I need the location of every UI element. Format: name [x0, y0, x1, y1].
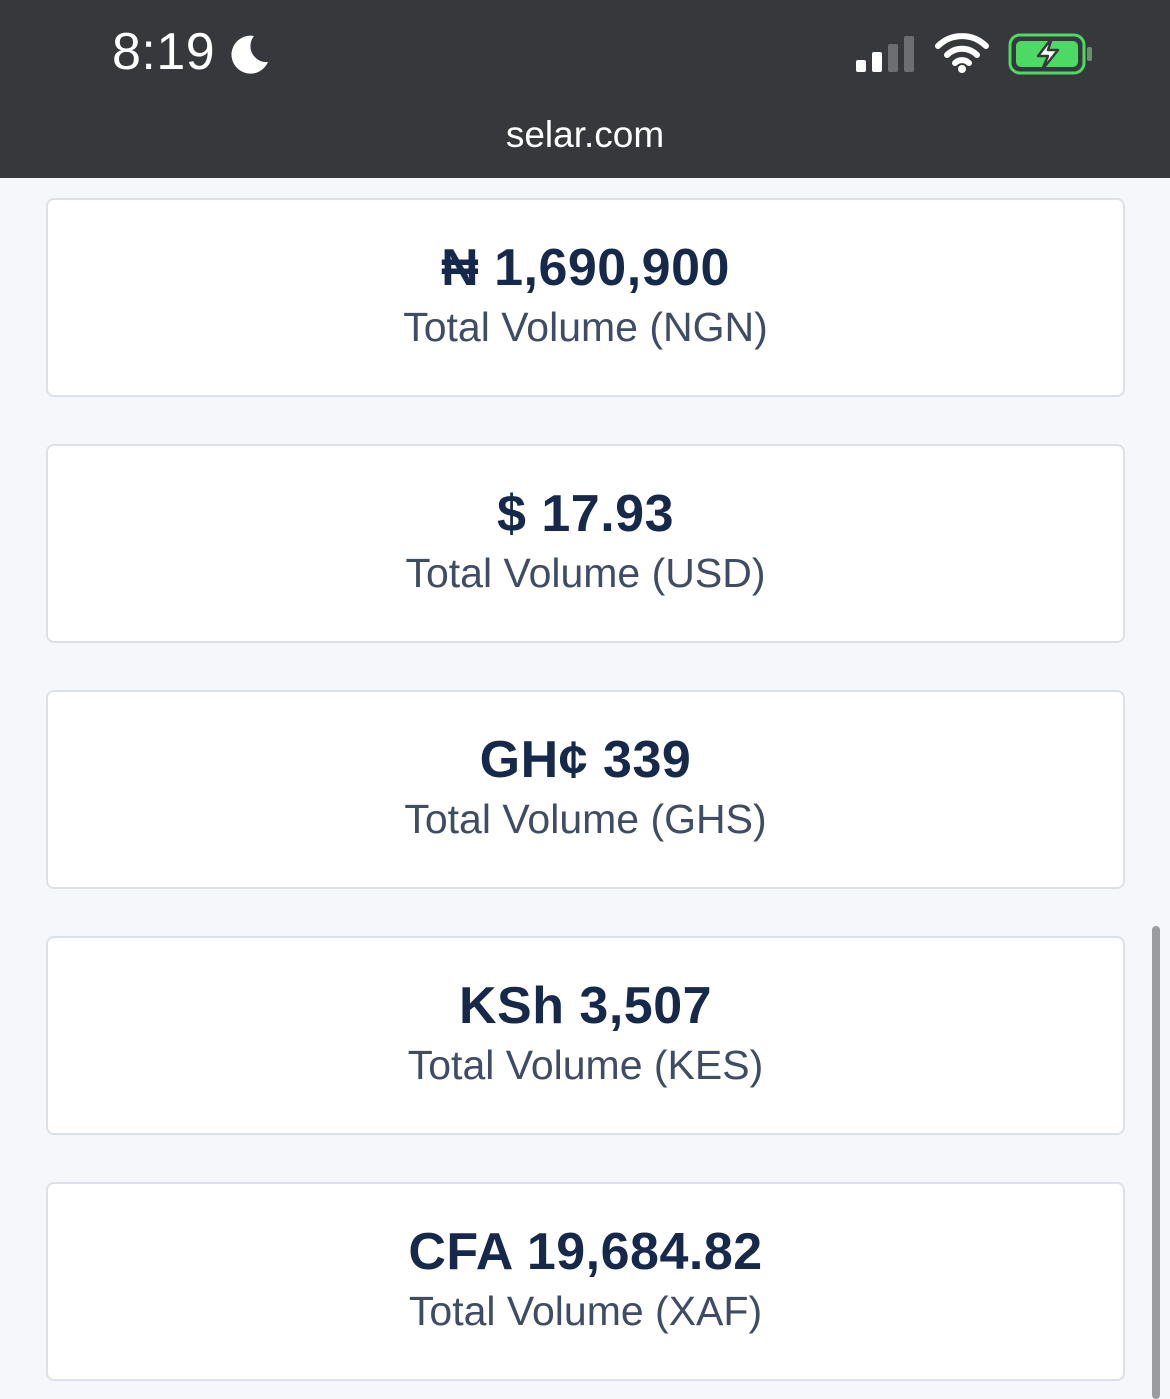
volume-amount: ₦ 1,690,900	[441, 239, 730, 297]
scrollbar[interactable]	[1152, 926, 1160, 1399]
volume-card-kes: KSh 3,507 Total Volume (KES)	[46, 936, 1125, 1135]
browser-url[interactable]: selar.com	[0, 114, 1170, 156]
status-time: 8:19	[112, 23, 216, 81]
volume-amount: $ 17.93	[497, 485, 674, 543]
volume-label: Total Volume (NGN)	[403, 304, 768, 350]
page-content: ₦ 1,690,900 Total Volume (NGN) $ 17.93 T…	[0, 178, 1170, 1399]
volume-label: Total Volume (USD)	[405, 550, 766, 596]
browser-top-bar: 8:19 selar.com	[0, 0, 1170, 178]
cellular-signal-icon	[856, 36, 914, 72]
battery-charging-icon	[1008, 33, 1092, 75]
volume-amount: KSh 3,507	[458, 977, 713, 1035]
volume-amount: GH¢ 339	[479, 731, 692, 789]
wifi-icon	[935, 33, 989, 73]
volume-label: Total Volume (XAF)	[408, 1288, 763, 1334]
volume-card-ghs: GH¢ 339 Total Volume (GHS)	[46, 690, 1125, 889]
moon-icon	[231, 35, 268, 74]
volume-label: Total Volume (GHS)	[404, 796, 767, 842]
volume-card-usd: $ 17.93 Total Volume (USD)	[46, 444, 1125, 643]
volume-card-xaf: CFA 19,684.82 Total Volume (XAF)	[46, 1182, 1125, 1381]
volume-label: Total Volume (KES)	[407, 1042, 764, 1088]
volume-card-ngn: ₦ 1,690,900 Total Volume (NGN)	[46, 198, 1125, 397]
volume-amount: CFA 19,684.82	[408, 1223, 763, 1281]
